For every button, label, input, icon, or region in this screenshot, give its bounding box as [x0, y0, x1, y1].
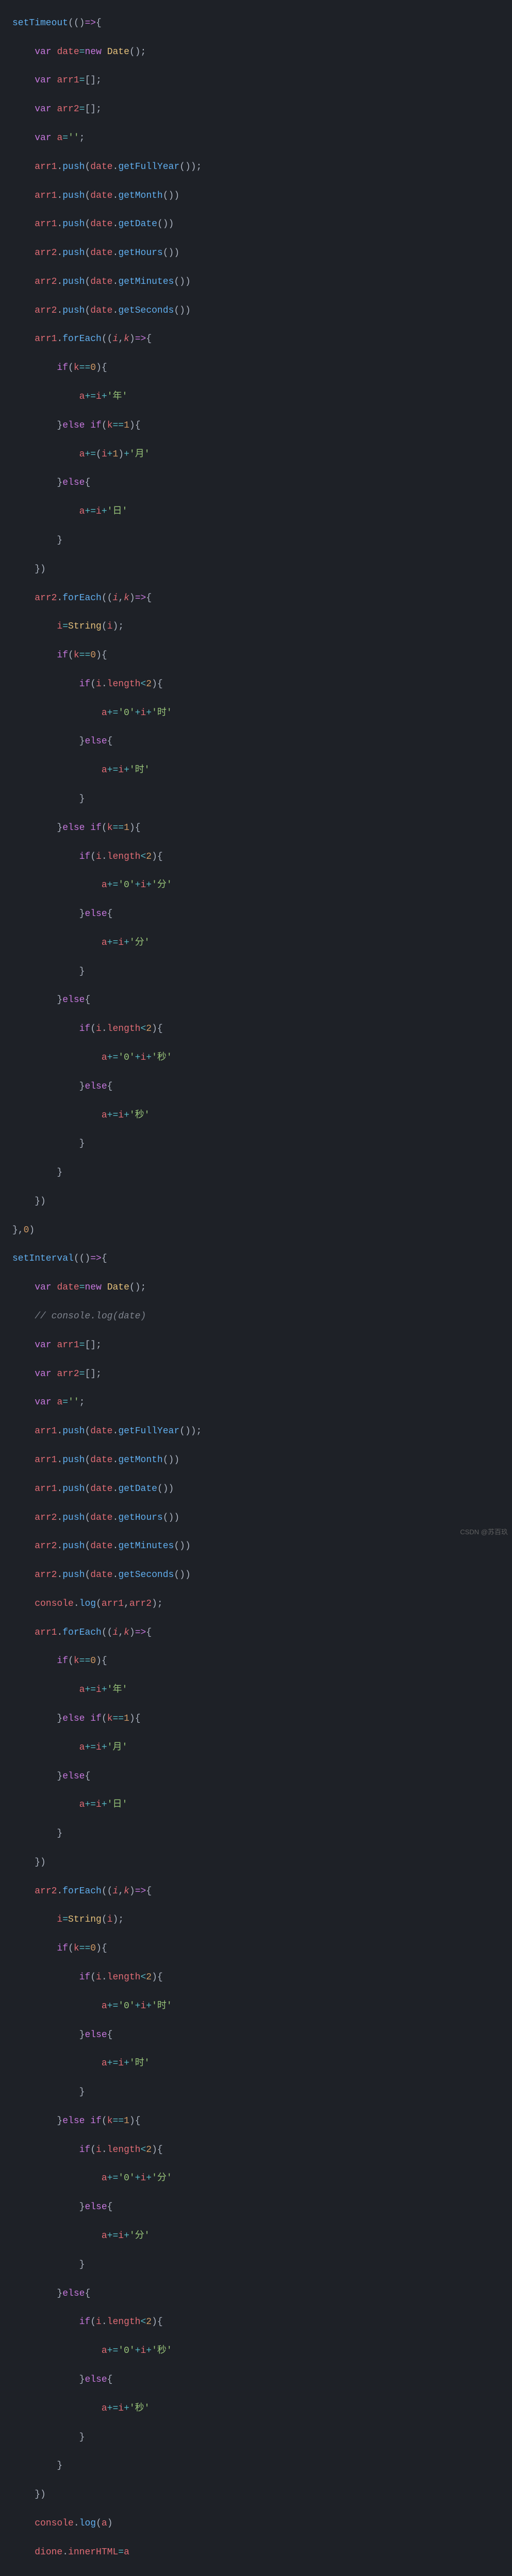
code-line: if(i.length<2){: [0, 1022, 512, 1037]
code-line: if(i.length<2){: [0, 2315, 512, 2330]
code-line: i=String(i);: [0, 620, 512, 634]
code-line: a+=i+'日': [0, 505, 512, 519]
code-line: a+=i+'时': [0, 764, 512, 778]
code-line: a+=(i+1)+'月': [0, 448, 512, 462]
code-line: [0, 2574, 512, 2576]
code-line: a+='0'+i+'时': [0, 706, 512, 721]
code-line: a+='0'+i+'分': [0, 878, 512, 893]
code-line: }else if(k==1){: [0, 821, 512, 836]
code-line: a+='0'+i+'秒': [0, 1051, 512, 1065]
code-line: }: [0, 2086, 512, 2100]
code-line: var date=new Date();: [0, 45, 512, 60]
code-line: a+=i+'时': [0, 2057, 512, 2071]
code-line: arr2.push(date.getSeconds()): [0, 304, 512, 318]
code-line: }): [0, 1856, 512, 1870]
code-line: }else{: [0, 993, 512, 1008]
code-line: i=String(i);: [0, 1913, 512, 1927]
code-line: }): [0, 1195, 512, 1209]
code-line: if(k==0){: [0, 361, 512, 376]
code-line: }else{: [0, 2200, 512, 2215]
code-line: }: [0, 534, 512, 548]
code-line: arr1.forEach((i,k)=>{: [0, 332, 512, 347]
code-line: }else{: [0, 2287, 512, 2301]
code-line: setTimeout(()=>{: [0, 16, 512, 31]
code-line: arr1.forEach((i,k)=>{: [0, 1626, 512, 1640]
code-line: arr2.push(date.getSeconds()): [0, 1568, 512, 1583]
code-line: }else{: [0, 735, 512, 749]
code-line: if(i.length<2){: [0, 2143, 512, 2158]
code-line: arr2.forEach((i,k)=>{: [0, 1885, 512, 1899]
code-line: var arr1=[];: [0, 74, 512, 88]
code-line: }: [0, 965, 512, 979]
code-line: if(i.length<2){: [0, 1971, 512, 1985]
code-line: }else{: [0, 2028, 512, 2043]
code-block: setTimeout(()=>{ var date=new Date(); va…: [0, 0, 512, 2576]
code-line: }: [0, 792, 512, 807]
code-line: var arr1=[];: [0, 1338, 512, 1353]
code-line: }: [0, 2431, 512, 2445]
code-line: var a='';: [0, 1396, 512, 1410]
code-line: var arr2=[];: [0, 103, 512, 117]
code-line: console.log(a): [0, 2517, 512, 2531]
func-setInterval: setInterval: [12, 1253, 74, 1264]
code-line: arr1.push(date.getMonth()): [0, 1453, 512, 1468]
code-line: a+='0'+i+'分': [0, 2172, 512, 2186]
code-line: arr2.push(date.getHours()): [0, 246, 512, 261]
code-line: // console.log(date): [0, 1310, 512, 1324]
code-line: arr1.push(date.getFullYear());: [0, 1425, 512, 1439]
code-line: }else{: [0, 2373, 512, 2387]
func-setTimeout: setTimeout: [12, 18, 68, 28]
code-line: a+=i+'月': [0, 1741, 512, 1755]
code-line: }: [0, 1827, 512, 1841]
code-line: a+='0'+i+'秒': [0, 2344, 512, 2359]
code-line: a+=i+'年': [0, 390, 512, 404]
code-line: if(k==0){: [0, 649, 512, 663]
code-line: }else{: [0, 476, 512, 490]
code-line: a+=i+'秒': [0, 2402, 512, 2416]
code-line: var a='';: [0, 131, 512, 146]
code-line: arr2.push(date.getMinutes()): [0, 1539, 512, 1554]
code-line: console.log(arr1,arr2);: [0, 1597, 512, 1612]
code-line: arr2.push(date.getHours()): [0, 1511, 512, 1526]
code-line: }else if(k==1){: [0, 1712, 512, 1726]
code-line: arr1.push(date.getDate()): [0, 1482, 512, 1497]
code-line: if(i.length<2){: [0, 677, 512, 692]
code-line: }: [0, 2258, 512, 2273]
code-line: }else{: [0, 907, 512, 922]
code-line: arr1.push(date.getFullYear());: [0, 160, 512, 175]
code-line: setInterval(()=>{: [0, 1252, 512, 1266]
code-line: var arr2=[];: [0, 1367, 512, 1382]
code-line: }else if(k==1){: [0, 2114, 512, 2129]
watermark: CSDN @苏百玖: [460, 1527, 508, 1537]
code-line: },0): [0, 1224, 512, 1238]
code-line: }else if(k==1){: [0, 419, 512, 433]
code-line: var date=new Date();: [0, 1281, 512, 1295]
code-line: if(k==0){: [0, 1654, 512, 1669]
comment: // console.log(date): [35, 1311, 146, 1321]
code-line: a+=i+'日': [0, 1798, 512, 1812]
code-line: a+=i+'年': [0, 1683, 512, 1698]
code-line: }): [0, 2488, 512, 2502]
code-line: }: [0, 2459, 512, 2473]
code-line: }: [0, 1137, 512, 1151]
code-line: arr2.forEach((i,k)=>{: [0, 591, 512, 606]
code-line: arr1.push(date.getDate()): [0, 217, 512, 232]
code-line: arr2.push(date.getMinutes()): [0, 275, 512, 290]
code-line: }: [0, 1166, 512, 1180]
code-line: a+='0'+i+'时': [0, 1999, 512, 2014]
code-line: a+=i+'秒': [0, 1109, 512, 1123]
code-line: a+=i+'分': [0, 936, 512, 951]
code-line: }else{: [0, 1080, 512, 1094]
code-line: if(i.length<2){: [0, 850, 512, 865]
code-line: dione.innerHTML=a: [0, 2546, 512, 2560]
code-line: arr1.push(date.getMonth()): [0, 189, 512, 204]
code-line: if(k==0){: [0, 1942, 512, 1956]
code-line: }else{: [0, 1770, 512, 1784]
code-line: a+=i+'分': [0, 2229, 512, 2244]
code-line: }): [0, 563, 512, 577]
